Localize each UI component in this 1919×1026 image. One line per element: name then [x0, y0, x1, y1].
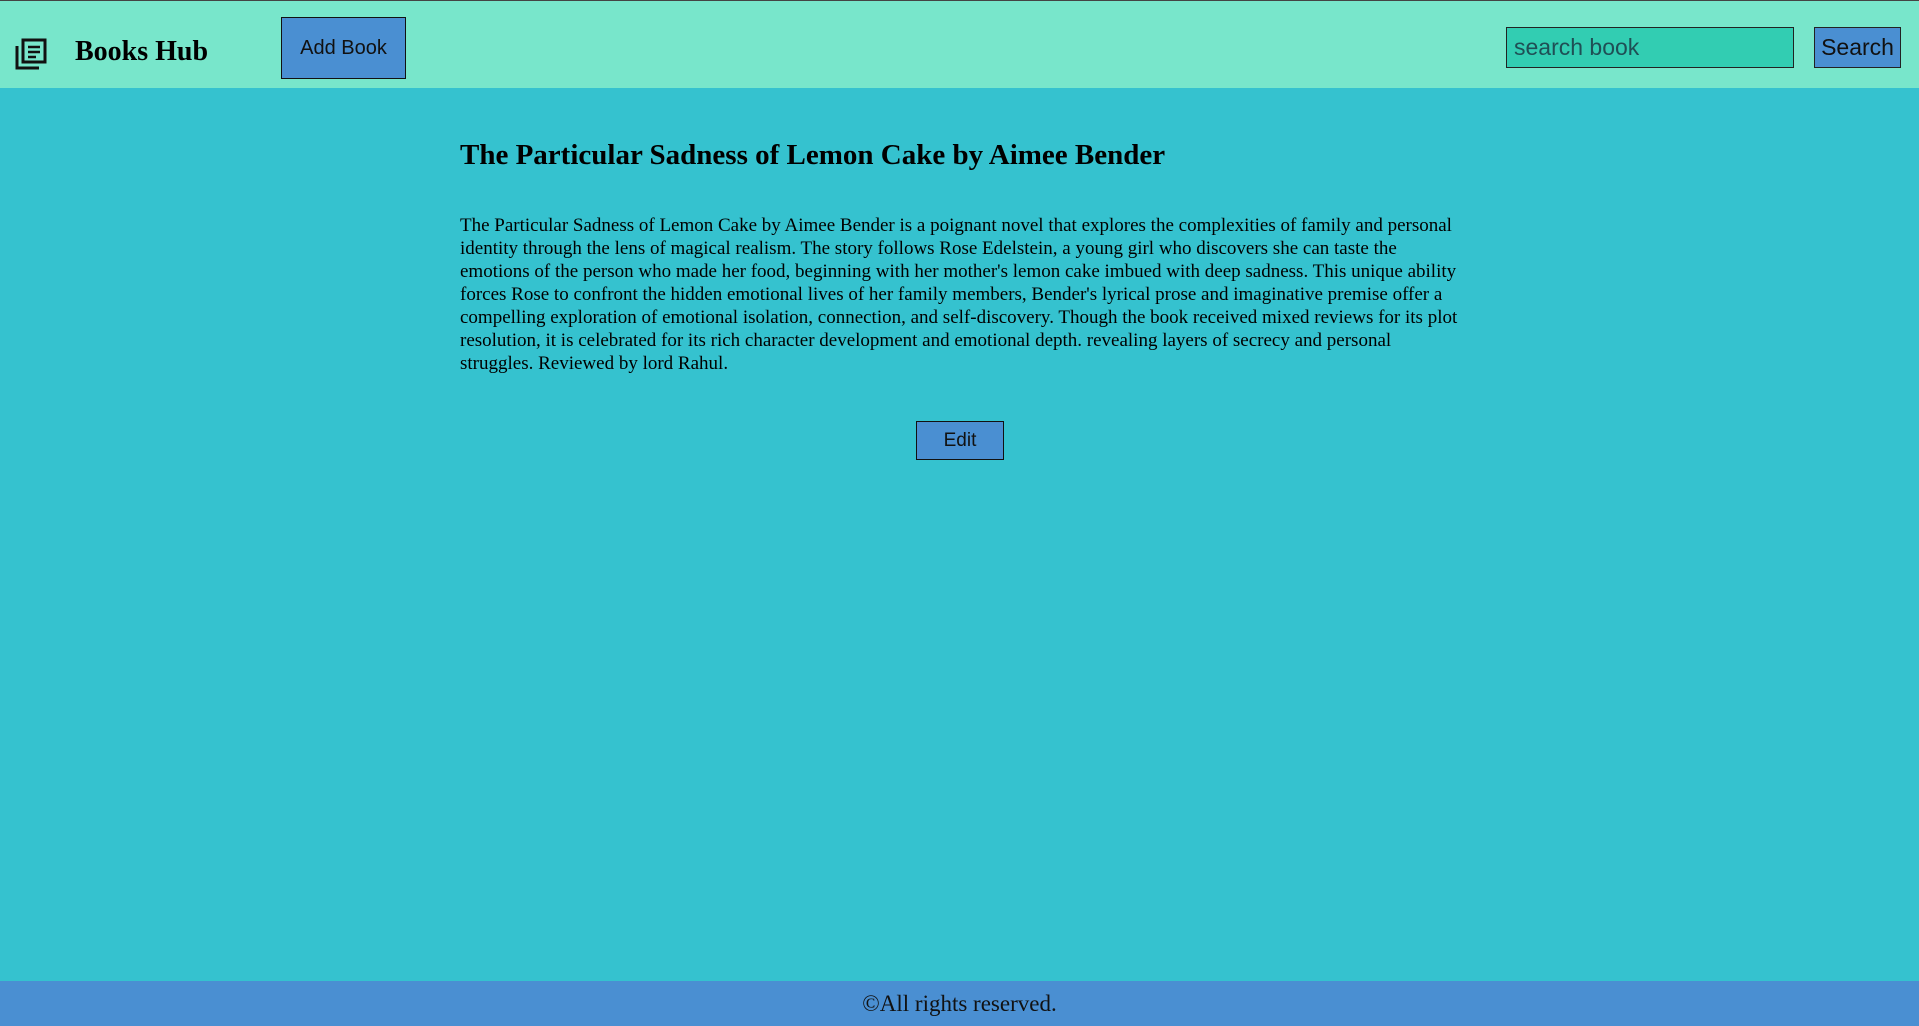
- footer: ©All rights reserved.: [0, 981, 1919, 1026]
- top-navbar: Books Hub Add Book Search: [0, 0, 1919, 88]
- book-title: The Particular Sadness of Lemon Cake by …: [460, 139, 1166, 171]
- edit-button[interactable]: Edit: [916, 421, 1004, 460]
- search-input[interactable]: [1506, 27, 1794, 68]
- add-book-button[interactable]: Add Book: [281, 17, 406, 79]
- newspaper-list-icon[interactable]: [14, 37, 48, 71]
- brand-title[interactable]: Books Hub: [75, 35, 208, 69]
- book-description: The Particular Sadness of Lemon Cake by …: [460, 215, 1458, 374]
- search-button[interactable]: Search: [1814, 27, 1901, 68]
- book-detail: The Particular Sadness of Lemon Cake by …: [460, 136, 1460, 375]
- copyright-text: ©All rights reserved.: [862, 990, 1057, 1016]
